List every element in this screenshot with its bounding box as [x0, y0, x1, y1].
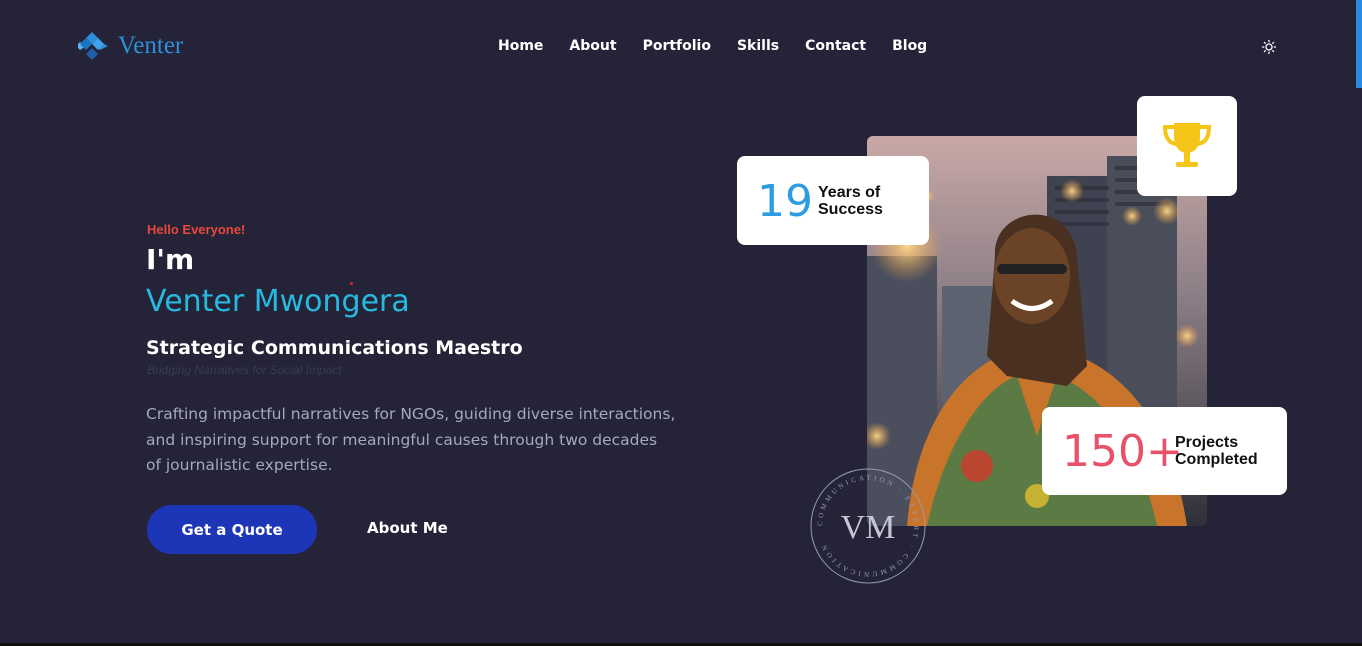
role-heading: Strategic Communications Maestro [146, 337, 523, 359]
intro-heading: I'm [146, 243, 195, 276]
main-nav: Home About Portfolio Skills Contact Blog [498, 38, 953, 54]
nav-portfolio[interactable]: Portfolio [643, 38, 711, 54]
nav-skills[interactable]: Skills [737, 38, 779, 54]
nav-contact[interactable]: Contact [805, 38, 866, 54]
projects-card: 150+ Projects Completed [1042, 407, 1287, 495]
theme-toggle-button[interactable] [1261, 39, 1277, 55]
projects-value: 150+ [1062, 426, 1183, 477]
about-me-link[interactable]: About Me [367, 519, 448, 537]
trophy-icon [1162, 123, 1212, 167]
nav-blog[interactable]: Blog [892, 38, 927, 54]
sun-icon [1261, 39, 1277, 55]
hero-description: Crafting impactful narratives for NGOs, … [146, 405, 676, 474]
typing-cursor-dot [350, 282, 353, 285]
nav-home[interactable]: Home [498, 38, 543, 54]
logo[interactable]: Venter [78, 30, 183, 62]
get-quote-button[interactable]: Get a Quote [147, 505, 317, 554]
name-heading: Venter Mwongera [146, 284, 410, 319]
scroll-indicator[interactable] [1356, 0, 1362, 88]
tagline-text: Bridging Narratives for Social Impact [147, 363, 342, 377]
trophy-card [1137, 96, 1237, 196]
nav-about[interactable]: About [569, 38, 616, 54]
projects-label: Projects Completed [1175, 434, 1258, 468]
projects-label-line-1: Projects [1175, 434, 1239, 451]
years-value: 19 [757, 176, 813, 227]
projects-label-line-2: Completed [1175, 451, 1258, 468]
years-label-line-2: Success [818, 201, 883, 218]
logo-text: Venter [118, 32, 184, 59]
years-label-line-1: Years of [818, 184, 881, 201]
years-label: Years of Success [818, 184, 883, 218]
logo-icon [78, 32, 108, 60]
years-card: 19 Years of Success [737, 156, 929, 245]
greeting-text: Hello Everyone! [147, 222, 246, 237]
communication-expert-seal: COMMUNICATION · EXPERT · COMMUNICATION V… [810, 468, 926, 584]
seal-monogram: VM [841, 509, 896, 546]
